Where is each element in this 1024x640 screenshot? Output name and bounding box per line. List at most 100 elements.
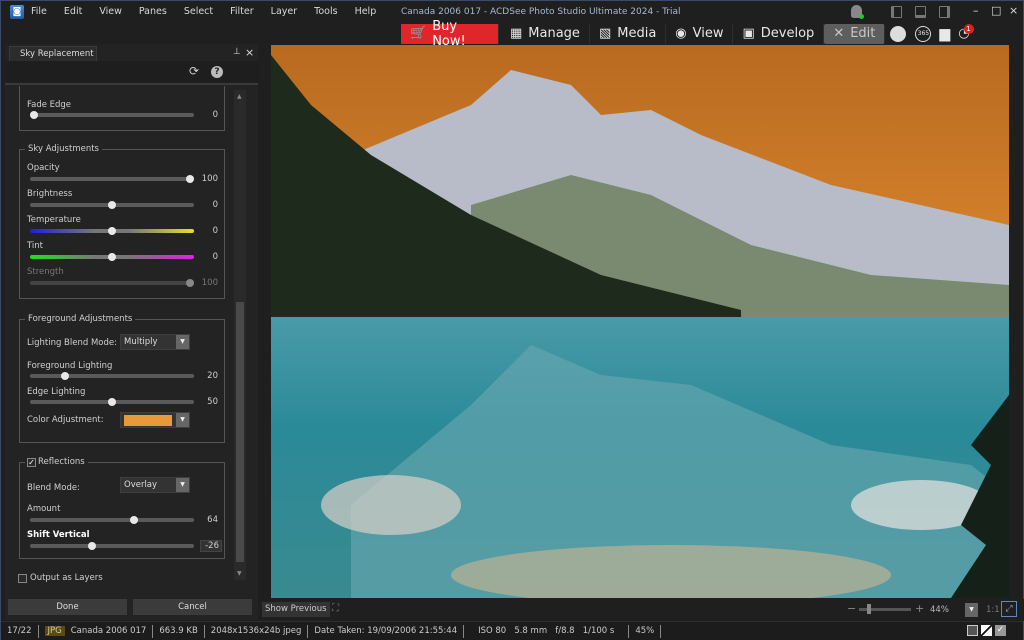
panel-close-icon[interactable]: × xyxy=(245,46,254,59)
fullscreen-icon[interactable]: ⛶ xyxy=(332,603,339,614)
tint-knob[interactable] xyxy=(108,253,116,261)
done-button[interactable]: Done xyxy=(8,599,127,615)
menu-edit[interactable]: Edit xyxy=(64,6,82,17)
menu-layer[interactable]: Layer xyxy=(271,6,298,17)
shift-vertical-slider[interactable] xyxy=(30,542,194,550)
amount-label: Amount xyxy=(27,504,61,514)
shift-vertical-value[interactable]: -26 xyxy=(200,540,222,552)
dashboard-button[interactable]: ▆ xyxy=(935,24,954,44)
bar-chart-icon: ▆ xyxy=(939,25,951,42)
buy-now-button[interactable]: 🛒 Buy Now! xyxy=(401,19,499,49)
camera-app-icon[interactable]: ◙ xyxy=(10,5,24,19)
temperature-slider[interactable] xyxy=(30,227,194,235)
foreground-lighting-knob[interactable] xyxy=(61,372,70,380)
scrollbar-thumb[interactable] xyxy=(236,302,244,562)
menu-tools[interactable]: Tools xyxy=(314,6,337,17)
mode-edit-label: Edit xyxy=(850,26,876,41)
output-as-layers-checkbox[interactable] xyxy=(18,574,27,583)
mode-develop-label: Develop xyxy=(760,26,815,41)
temperature-knob[interactable] xyxy=(108,227,116,235)
menu-help[interactable]: Help xyxy=(355,6,377,17)
scroll-down-icon[interactable]: ▼ xyxy=(237,570,242,577)
pin-icon[interactable]: ⊥ xyxy=(233,47,241,57)
format-badge: JPG xyxy=(44,625,65,636)
background-gray-icon[interactable] xyxy=(967,625,978,636)
zoom-out-icon[interactable]: − xyxy=(847,602,856,615)
chevron-down-icon: ▼ xyxy=(176,335,189,349)
zoom-slider-knob[interactable] xyxy=(867,604,871,614)
foreground-lighting-slider[interactable] xyxy=(30,372,194,380)
color-adjustment-picker[interactable]: ▼ xyxy=(120,412,190,428)
foreground-adjustments-group: Foreground Adjustments Lighting Blend Mo… xyxy=(19,314,225,443)
edge-lighting-slider[interactable] xyxy=(30,398,194,406)
background-split-icon[interactable] xyxy=(981,625,992,636)
panel-tab[interactable]: Sky Replacement xyxy=(9,46,97,61)
mode-media[interactable]: ▧ Media xyxy=(590,23,667,44)
close-button[interactable]: × xyxy=(1009,4,1018,17)
brightness-slider[interactable] xyxy=(30,201,194,209)
shift-vertical-knob[interactable] xyxy=(87,542,96,550)
cloud-reflection-left xyxy=(321,475,461,535)
sky-adjustments-group: Sky Adjustments Opacity 100 Brightness 0… xyxy=(19,144,225,299)
help-icon[interactable]: ? xyxy=(211,66,223,78)
edge-lighting-knob[interactable] xyxy=(108,398,116,406)
layout-left-pane-icon[interactable] xyxy=(891,6,902,18)
minimize-button[interactable]: – xyxy=(973,4,979,17)
people-mode-button[interactable] xyxy=(885,24,911,44)
window-title: Canada 2006 017 - ACDSee Photo Studio Ul… xyxy=(401,7,681,17)
title-bar: ◙ File Edit View Panes Select Filter Lay… xyxy=(1,1,1023,23)
opacity-value: 100 xyxy=(201,174,218,184)
menu-bar: File Edit View Panes Select Filter Layer… xyxy=(31,6,393,17)
reflections-checkbox[interactable]: ✓ xyxy=(27,458,36,467)
checkmark-icon[interactable]: ✓ xyxy=(995,625,1006,636)
acdsee-365-button[interactable]: 365 xyxy=(911,24,935,44)
menu-panes[interactable]: Panes xyxy=(139,6,167,17)
zoom-slider[interactable] xyxy=(859,604,911,614)
scroll-up-icon[interactable]: ▲ xyxy=(237,93,242,100)
zoom-value[interactable]: 44% xyxy=(930,605,968,615)
notifications-button[interactable]: ◔ 1 xyxy=(954,23,974,44)
edge-lighting-label: Edge Lighting xyxy=(27,387,86,397)
reset-icon[interactable]: ⟳ xyxy=(189,64,199,78)
edited-photo xyxy=(271,45,1009,598)
reflections-group: Reflections ✓ Blend Mode: Overlay ▼ Amoun… xyxy=(19,457,225,559)
mode-view-label: View xyxy=(692,26,724,41)
blend-mode-value: Overlay xyxy=(124,480,158,490)
amount-slider[interactable] xyxy=(30,516,194,524)
zoom-dropdown[interactable]: ▼ xyxy=(965,603,978,617)
temperature-value: 0 xyxy=(212,226,218,236)
fade-edge-value: 0 xyxy=(212,110,218,120)
mode-manage[interactable]: ▦ Manage xyxy=(501,23,590,44)
image-canvas[interactable] xyxy=(271,45,1009,598)
layout-bottom-pane-icon[interactable] xyxy=(915,6,926,18)
panel-scrollbar[interactable]: ▲ ▼ xyxy=(234,90,246,580)
maximize-button[interactable]: □ xyxy=(991,4,1001,17)
menu-filter[interactable]: Filter xyxy=(230,6,254,17)
menu-view[interactable]: View xyxy=(99,6,122,17)
blend-mode-select[interactable]: Overlay ▼ xyxy=(120,477,190,493)
show-previous-button[interactable]: Show Previous xyxy=(262,602,330,617)
brightness-label: Brightness xyxy=(27,189,73,199)
zoom-in-icon[interactable]: + xyxy=(915,602,924,615)
foreground-lighting-label: Foreground Lighting xyxy=(27,361,113,371)
amount-knob[interactable] xyxy=(129,516,138,524)
account-icon[interactable] xyxy=(851,5,864,19)
tint-slider[interactable] xyxy=(30,253,194,261)
fade-edge-knob[interactable] xyxy=(30,111,38,119)
menu-file[interactable]: File xyxy=(31,6,47,17)
mode-edit[interactable]: ✕ Edit xyxy=(824,23,886,44)
status-file: JPG Canada 2006 017 xyxy=(39,624,154,638)
fit-to-window-icon[interactable]: ⤢ xyxy=(1001,601,1017,617)
layout-right-pane-icon[interactable] xyxy=(939,6,950,18)
mode-develop[interactable]: ▣ Develop xyxy=(733,23,825,44)
amount-value: 64 xyxy=(207,515,218,525)
brightness-knob[interactable] xyxy=(108,201,116,209)
mode-view[interactable]: ◉ View xyxy=(666,23,734,44)
one-to-one-button[interactable]: 1:1 xyxy=(986,605,1000,615)
cart-icon: 🛒 xyxy=(410,26,427,41)
menu-select[interactable]: Select xyxy=(184,6,213,17)
fade-edge-slider[interactable] xyxy=(30,111,194,119)
lighting-blend-mode-select[interactable]: Multiply ▼ xyxy=(120,334,190,350)
opacity-slider[interactable] xyxy=(30,175,194,183)
cancel-button[interactable]: Cancel xyxy=(133,599,252,615)
